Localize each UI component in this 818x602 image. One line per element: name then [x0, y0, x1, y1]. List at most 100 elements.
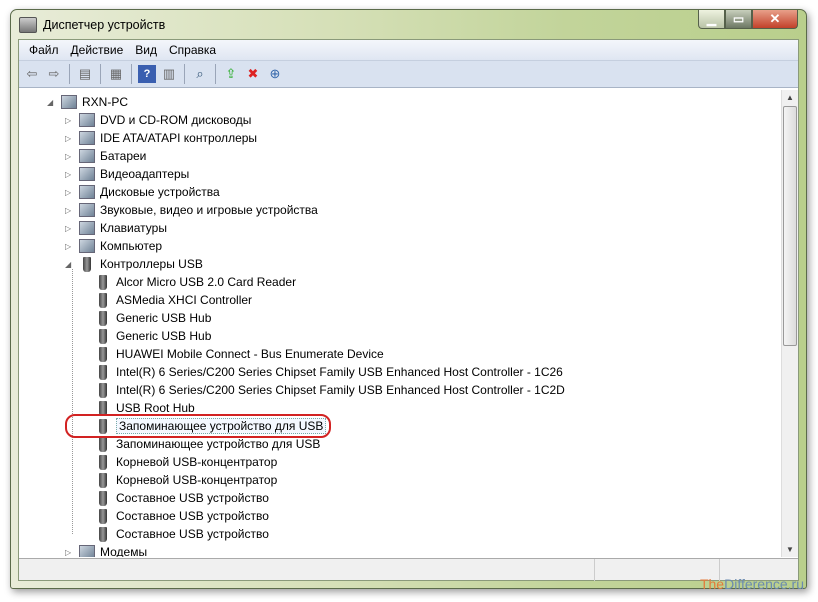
tree-category[interactable]: ▷ Видеоадаптеры — [65, 165, 189, 183]
toolbar: ⇦ ⇨ ▤ ▦ ? ▥ ⌕ ⇪ ✖ ⊕ — [19, 61, 798, 88]
highlight-annotation — [65, 414, 331, 438]
tree-item-label: Составное USB устройство — [116, 509, 269, 523]
usb-device-icon — [99, 508, 107, 524]
tree-item-label: Составное USB устройство — [116, 491, 269, 505]
device-category-icon — [79, 203, 95, 217]
expand-icon[interactable]: ▷ — [65, 224, 71, 233]
device-tree[interactable]: ◢ RXN-PC ▷ DVD и CD-ROM дисководы ▷ IDE ATA/A… — [19, 90, 781, 557]
tree-category[interactable]: ▷ Батареи — [65, 147, 147, 165]
tree-category[interactable]: ▷ Модемы — [65, 543, 148, 557]
vertical-scrollbar[interactable]: ▲ ▼ — [781, 90, 798, 557]
tree-item-label: HUAWEI Mobile Connect - Bus Enumerate De… — [116, 347, 384, 361]
menu-file[interactable]: Файл — [23, 43, 65, 57]
tree-item-label: Корневой USB-концентратор — [116, 455, 278, 469]
window-title: Диспетчер устройств — [43, 18, 166, 32]
collapse-icon[interactable]: ◢ — [47, 98, 53, 107]
usb-device-item[interactable]: Intel(R) 6 Series/C200 Series Chipset Fa… — [95, 381, 565, 399]
menu-action[interactable]: Действие — [65, 43, 130, 57]
tree-item-label: Модемы — [100, 545, 148, 557]
maximize-button[interactable]: ▭ — [725, 10, 752, 29]
usb-device-item[interactable]: Составное USB устройство — [95, 507, 269, 525]
tree-item-label: Звуковые, видео и игровые устройства — [100, 203, 318, 217]
close-button[interactable]: ✕ — [752, 10, 798, 29]
device-category-icon — [79, 167, 95, 181]
device-category-icon — [79, 185, 95, 199]
expand-icon[interactable]: ▷ — [65, 188, 71, 197]
disable-device-icon[interactable]: ✖ — [244, 65, 262, 83]
show-hide-tree-icon[interactable]: ▤ — [76, 65, 94, 83]
expand-icon[interactable]: ▷ — [65, 152, 71, 161]
scrollbar-thumb[interactable] — [783, 106, 797, 346]
status-bar — [19, 558, 798, 581]
watermark: TheDifference.ru — [699, 576, 804, 592]
expand-icon[interactable]: ▷ — [65, 548, 71, 557]
tree-item-label: ASMedia XHCI Controller — [116, 293, 253, 307]
tree-root[interactable]: ◢ RXN-PC — [47, 93, 129, 111]
usb-device-item[interactable]: ASMedia XHCI Controller — [95, 291, 252, 309]
forward-icon[interactable]: ⇨ — [45, 65, 63, 83]
usb-device-item[interactable]: Корневой USB-концентратор — [95, 453, 277, 471]
device-category-icon — [79, 113, 95, 127]
tree-category-usb[interactable]: ◢ Контроллеры USB — [65, 255, 203, 273]
usb-device-item[interactable]: Составное USB устройство — [95, 525, 269, 543]
scan-hardware-icon[interactable]: ⌕ — [191, 65, 209, 83]
title-bar: Диспетчер устройств — [19, 14, 165, 36]
usb-device-item[interactable]: HUAWEI Mobile Connect - Bus Enumerate De… — [95, 345, 384, 363]
usb-device-icon — [99, 382, 107, 398]
usb-device-item[interactable]: Generic USB Hub — [95, 327, 211, 345]
tree-item-label: Составное USB устройство — [116, 527, 269, 541]
scroll-up-icon[interactable]: ▲ — [786, 93, 794, 102]
tree-category[interactable]: ▷ Клавиатуры — [65, 219, 167, 237]
tree-item-label: Alcor Micro USB 2.0 Card Reader — [116, 275, 297, 289]
usb-device-item[interactable]: Generic USB Hub — [95, 309, 211, 327]
device-category-icon — [79, 545, 95, 557]
tree-item-label: Батареи — [100, 149, 147, 163]
tree-item-label: USB Root Hub — [116, 401, 195, 415]
expand-icon[interactable]: ▷ — [65, 170, 71, 179]
tree-item-label: Generic USB Hub — [116, 329, 212, 343]
device-category-icon — [79, 131, 95, 145]
device-manager-icon — [19, 17, 37, 33]
menu-bar: Файл Действие Вид Справка — [19, 40, 798, 61]
action-pane-icon[interactable]: ▥ — [160, 65, 178, 83]
usb-device-item[interactable]: Составное USB устройство — [95, 489, 269, 507]
tree-category[interactable]: ▷ Дисковые устройства — [65, 183, 220, 201]
uninstall-device-icon[interactable]: ⊕ — [266, 65, 284, 83]
tree-category[interactable]: ▷ Компьютер — [65, 237, 163, 255]
tree-item-label: Компьютер — [100, 239, 163, 253]
usb-device-item[interactable]: Alcor Micro USB 2.0 Card Reader — [95, 273, 296, 291]
usb-device-icon — [99, 274, 107, 290]
tree-category[interactable]: ▷ Звуковые, видео и игровые устройства — [65, 201, 318, 219]
usb-device-icon — [99, 364, 107, 380]
usb-device-icon — [83, 256, 91, 272]
expand-icon[interactable]: ▷ — [65, 206, 71, 215]
collapse-icon[interactable]: ◢ — [65, 260, 71, 269]
tree-item-label: RXN-PC — [82, 95, 129, 109]
help-icon[interactable]: ? — [138, 65, 156, 83]
usb-device-item[interactable]: Корневой USB-концентратор — [95, 471, 277, 489]
tree-item-label: Intel(R) 6 Series/C200 Series Chipset Fa… — [116, 365, 563, 379]
tree-item-label: Корневой USB-концентратор — [116, 473, 278, 487]
back-icon[interactable]: ⇦ — [23, 65, 41, 83]
menu-help[interactable]: Справка — [163, 43, 222, 57]
scroll-down-icon[interactable]: ▼ — [786, 545, 794, 554]
device-category-icon — [79, 239, 95, 253]
properties-icon[interactable]: ▦ — [107, 65, 125, 83]
expand-icon[interactable]: ▷ — [65, 116, 71, 125]
tree-item-label: Дисковые устройства — [100, 185, 220, 199]
update-driver-icon[interactable]: ⇪ — [222, 65, 240, 83]
device-category-icon — [79, 149, 95, 163]
usb-device-icon — [99, 454, 107, 470]
expand-icon[interactable]: ▷ — [65, 242, 71, 251]
usb-device-item[interactable]: Intel(R) 6 Series/C200 Series Chipset Fa… — [95, 363, 563, 381]
tree-category[interactable]: ▷ DVD и CD-ROM дисководы — [65, 111, 251, 129]
expand-icon[interactable]: ▷ — [65, 134, 71, 143]
tree-item-label: Intel(R) 6 Series/C200 Series Chipset Fa… — [116, 383, 565, 397]
tree-item-label: Запоминающее устройство для USB — [116, 437, 321, 451]
usb-device-icon — [99, 292, 107, 308]
tree-category[interactable]: ▷ IDE ATA/ATAPI контроллеры — [65, 129, 257, 147]
device-manager-window: Диспетчер устройств ▁ ▭ ✕ Файл Действие … — [10, 9, 807, 589]
device-category-icon — [79, 221, 95, 235]
minimize-button[interactable]: ▁ — [698, 10, 725, 29]
menu-view[interactable]: Вид — [129, 43, 163, 57]
